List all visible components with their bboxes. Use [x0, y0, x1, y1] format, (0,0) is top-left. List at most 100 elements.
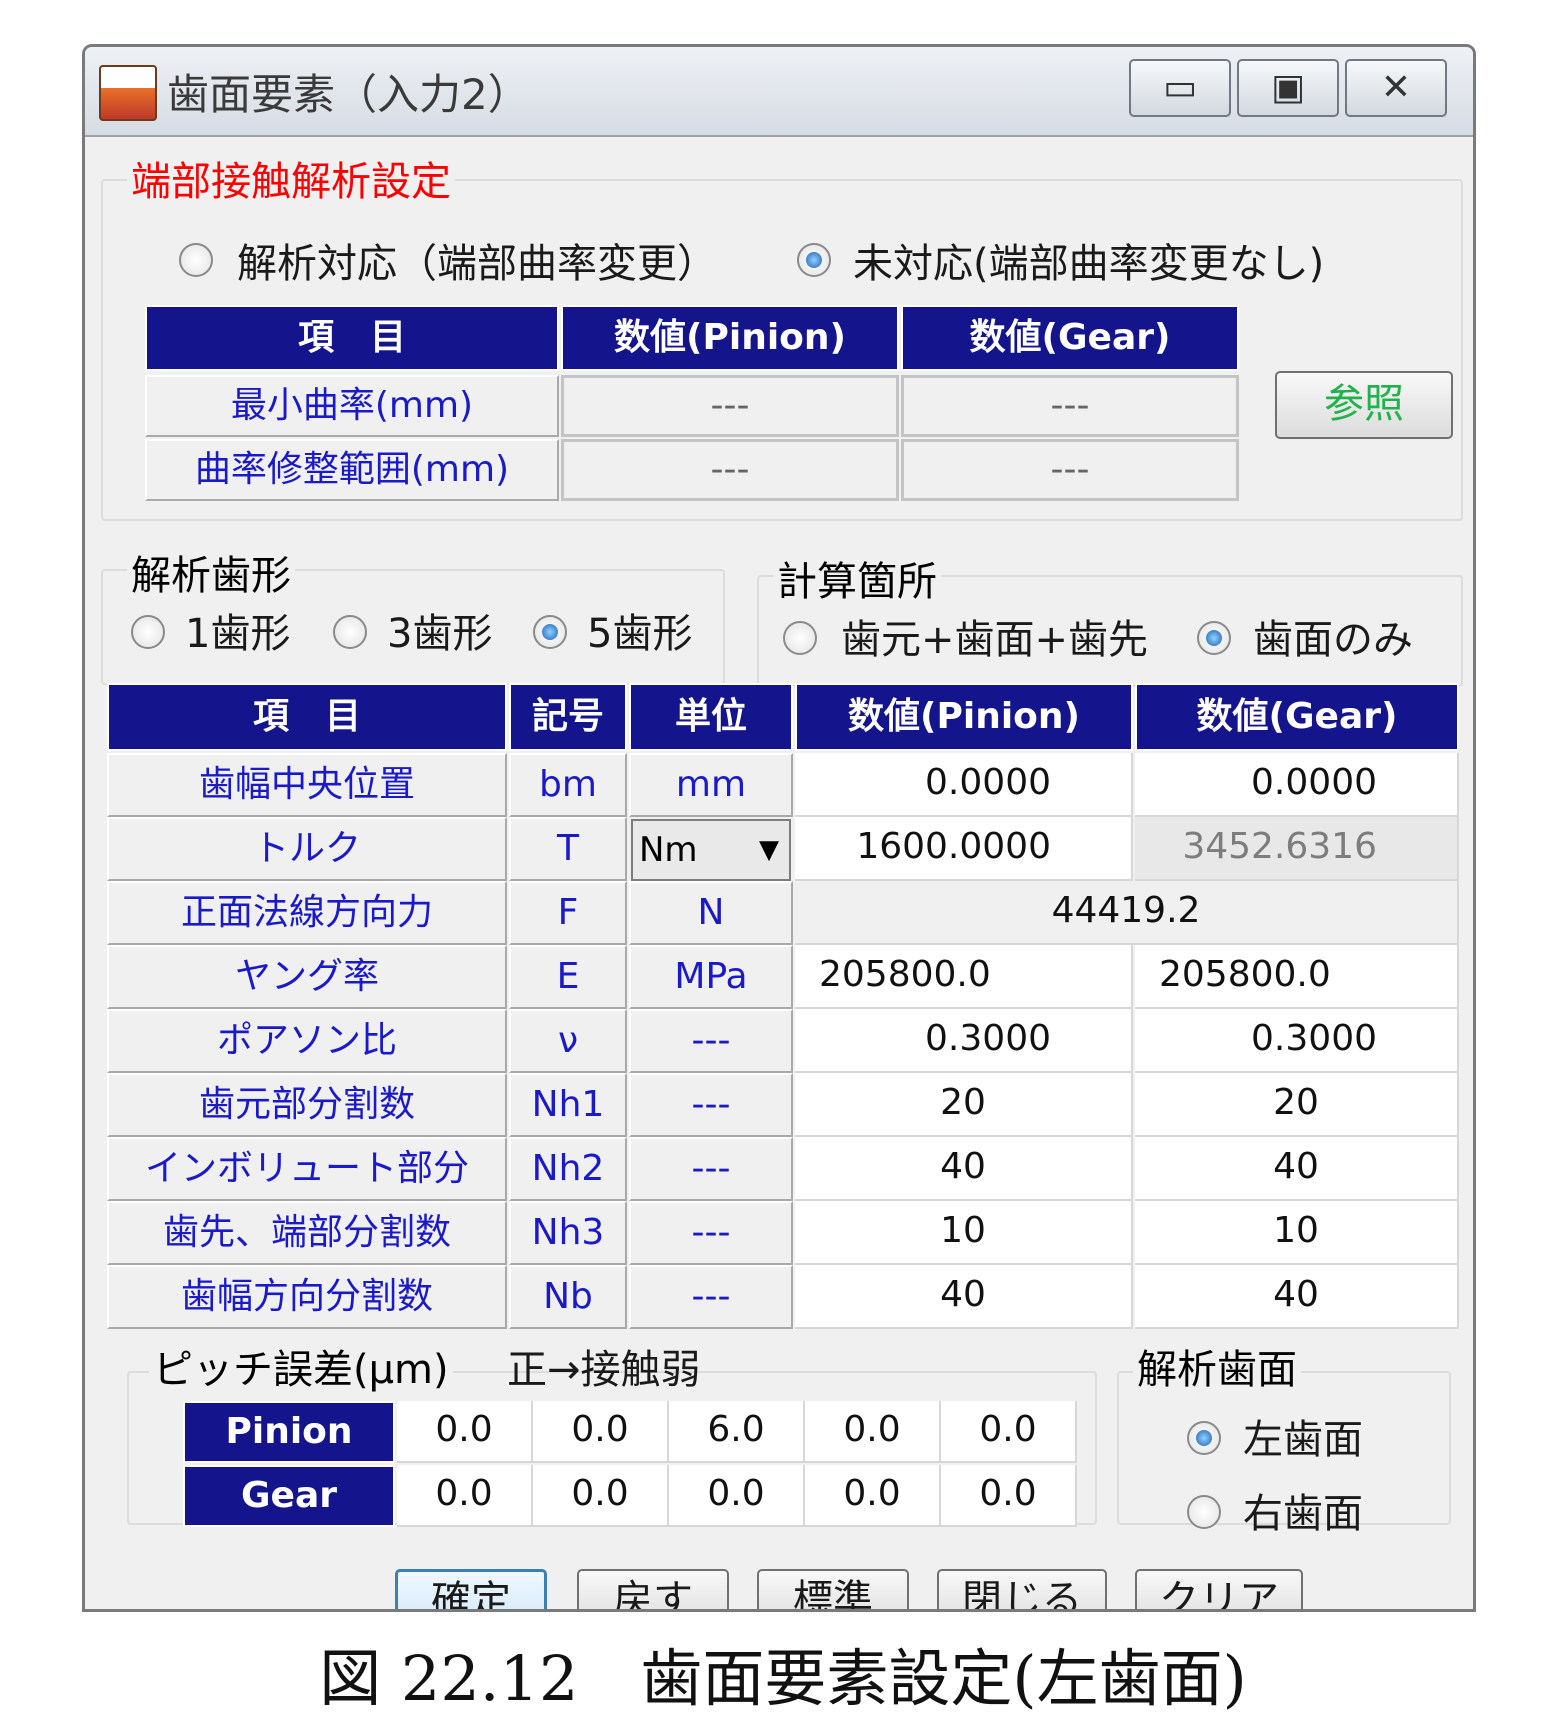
- torque-unit-value: Nm: [639, 830, 698, 870]
- dialog-window: 歯面要素（入力2） ▭ ▣ ✕ 端部接触解析設定 解析対応（端部曲率変更） 未対…: [82, 44, 1476, 1612]
- minimize-button[interactable]: ▭: [1129, 59, 1231, 117]
- param-bm-pinion-input[interactable]: 0.0000: [795, 753, 1133, 817]
- edge-contact-group-title: 端部接触解析設定: [127, 149, 455, 207]
- param-header-item: 項 目: [107, 683, 507, 751]
- edge-curvature-range-gear[interactable]: ---: [901, 439, 1239, 501]
- param-nh1-pinion-input[interactable]: 20: [795, 1073, 1133, 1137]
- radio-edge-analysis[interactable]: [179, 243, 213, 277]
- param-symbol: Nh1: [509, 1073, 627, 1137]
- flank-group-title: 解析歯面: [1133, 1337, 1301, 1395]
- param-nb-gear-input[interactable]: 40: [1135, 1265, 1459, 1329]
- param-unit: ---: [629, 1073, 793, 1137]
- edge-row-label: 曲率修整範囲(mm): [145, 439, 559, 501]
- param-nh3-pinion-input[interactable]: 10: [795, 1201, 1133, 1265]
- param-unit: ---: [629, 1265, 793, 1329]
- param-torque-gear-readonly: 3452.6316: [1135, 817, 1459, 881]
- maximize-icon: ▣: [1270, 67, 1305, 108]
- pitch-error-input[interactable]: 6.0: [669, 1401, 805, 1463]
- param-item-label: ヤング率: [107, 945, 507, 1009]
- param-symbol: Nb: [509, 1265, 627, 1329]
- radio-profile-1-label: 1歯形: [185, 611, 291, 657]
- pitch-error-group-title: ピッチ誤差(μm): [149, 1337, 453, 1395]
- close-dialog-button[interactable]: 閉じる: [937, 1569, 1107, 1609]
- clear-button[interactable]: クリア: [1135, 1569, 1303, 1609]
- pitch-error-input[interactable]: 0.0: [805, 1465, 941, 1527]
- param-unit: N: [629, 881, 793, 945]
- param-item-label: 歯幅中央位置: [107, 753, 507, 817]
- pitch-error-input[interactable]: 0.0: [533, 1401, 669, 1463]
- param-symbol: bm: [509, 753, 627, 817]
- torque-unit-select[interactable]: Nm ▼: [631, 819, 791, 881]
- param-nh2-gear-input[interactable]: 40: [1135, 1137, 1459, 1201]
- radio-calc-flank-only[interactable]: [1197, 621, 1231, 655]
- close-button[interactable]: ✕: [1345, 59, 1447, 117]
- edge-table-header-gear: 数値(Gear): [901, 305, 1239, 371]
- param-unit: ---: [629, 1201, 793, 1265]
- radio-calc-full[interactable]: [783, 621, 817, 655]
- radio-edge-unsupported[interactable]: [797, 243, 831, 277]
- param-nh2-pinion-input[interactable]: 40: [795, 1137, 1133, 1201]
- param-symbol: Nh3: [509, 1201, 627, 1265]
- radio-flank-right-label: 右歯面: [1243, 1491, 1363, 1537]
- radio-profile-3-label: 3歯形: [387, 611, 493, 657]
- radio-profile-3[interactable]: [333, 615, 367, 649]
- param-unit: ---: [629, 1137, 793, 1201]
- param-unit: mm: [629, 753, 793, 817]
- param-header-pinion: 数値(Pinion): [795, 683, 1133, 751]
- chevron-down-icon: ▼: [759, 835, 779, 865]
- radio-profile-5-label: 5歯形: [587, 611, 693, 657]
- pitch-error-input[interactable]: 0.0: [941, 1401, 1077, 1463]
- radio-profile-1[interactable]: [131, 615, 165, 649]
- param-unit: ---: [629, 1009, 793, 1073]
- param-header-unit: 単位: [629, 683, 793, 751]
- param-force-value: 44419.2: [795, 881, 1459, 945]
- pitch-error-input[interactable]: 0.0: [941, 1465, 1077, 1527]
- dialog-content: 端部接触解析設定 解析対応（端部曲率変更） 未対応(端部曲率変更なし) 項 目 …: [97, 139, 1463, 1609]
- pitch-error-input[interactable]: 0.0: [805, 1401, 941, 1463]
- radio-profile-5[interactable]: [533, 615, 567, 649]
- default-button[interactable]: 標準: [757, 1569, 909, 1609]
- pitch-error-input[interactable]: 0.0: [533, 1465, 669, 1527]
- edge-row-label: 最小曲率(mm): [145, 375, 559, 437]
- param-item-label: 歯幅方向分割数: [107, 1265, 507, 1329]
- param-item-label: 正面法線方向力: [107, 881, 507, 945]
- edge-table-header-pinion: 数値(Pinion): [561, 305, 899, 371]
- param-nh3-gear-input[interactable]: 10: [1135, 1201, 1459, 1265]
- revert-button[interactable]: 戻す: [577, 1569, 729, 1609]
- param-header-gear: 数値(Gear): [1135, 683, 1459, 751]
- radio-flank-left-label: 左歯面: [1243, 1417, 1363, 1463]
- param-symbol: ν: [509, 1009, 627, 1073]
- pitch-row-label-pinion: Pinion: [183, 1401, 395, 1463]
- pitch-row-label-gear: Gear: [183, 1465, 395, 1527]
- radio-flank-right[interactable]: [1187, 1495, 1221, 1529]
- radio-calc-full-label: 歯元+歯面+歯先: [841, 617, 1149, 663]
- pitch-error-input[interactable]: 0.0: [669, 1465, 805, 1527]
- radio-edge-analysis-label: 解析対応（端部曲率変更）: [237, 241, 717, 287]
- param-poisson-pinion-input[interactable]: 0.3000: [795, 1009, 1133, 1073]
- figure-caption: 図 22.12 歯面要素設定(左歯面): [319, 1642, 1247, 1715]
- title-bar: 歯面要素（入力2） ▭ ▣ ✕: [85, 47, 1473, 137]
- pitch-error-input[interactable]: 0.0: [397, 1465, 533, 1527]
- reference-button[interactable]: 参照: [1275, 371, 1453, 439]
- param-item-label: 歯元部分割数: [107, 1073, 507, 1137]
- pitch-error-note: 正→接触弱: [507, 1347, 701, 1393]
- param-young-gear-input[interactable]: 205800.0: [1135, 945, 1459, 1009]
- param-nb-pinion-input[interactable]: 40: [795, 1265, 1133, 1329]
- param-bm-gear-input[interactable]: 0.0000: [1135, 753, 1459, 817]
- param-item-label: 歯先、端部分割数: [107, 1201, 507, 1265]
- param-symbol: Nh2: [509, 1137, 627, 1201]
- radio-calc-flank-only-label: 歯面のみ: [1253, 617, 1413, 663]
- param-young-pinion-input[interactable]: 205800.0: [795, 945, 1133, 1009]
- edge-curvature-range-pinion[interactable]: ---: [561, 439, 899, 501]
- confirm-button[interactable]: 確定: [395, 1569, 547, 1609]
- edge-min-curvature-pinion[interactable]: ---: [561, 375, 899, 437]
- maximize-button[interactable]: ▣: [1237, 59, 1339, 117]
- close-icon: ✕: [1380, 67, 1412, 108]
- radio-flank-left[interactable]: [1187, 1421, 1221, 1455]
- calc-location-group-title: 計算箇所: [773, 549, 941, 607]
- param-torque-pinion-input[interactable]: 1600.0000: [795, 817, 1133, 881]
- edge-min-curvature-gear[interactable]: ---: [901, 375, 1239, 437]
- param-nh1-gear-input[interactable]: 20: [1135, 1073, 1459, 1137]
- param-poisson-gear-input[interactable]: 0.3000: [1135, 1009, 1459, 1073]
- pitch-error-input[interactable]: 0.0: [397, 1401, 533, 1463]
